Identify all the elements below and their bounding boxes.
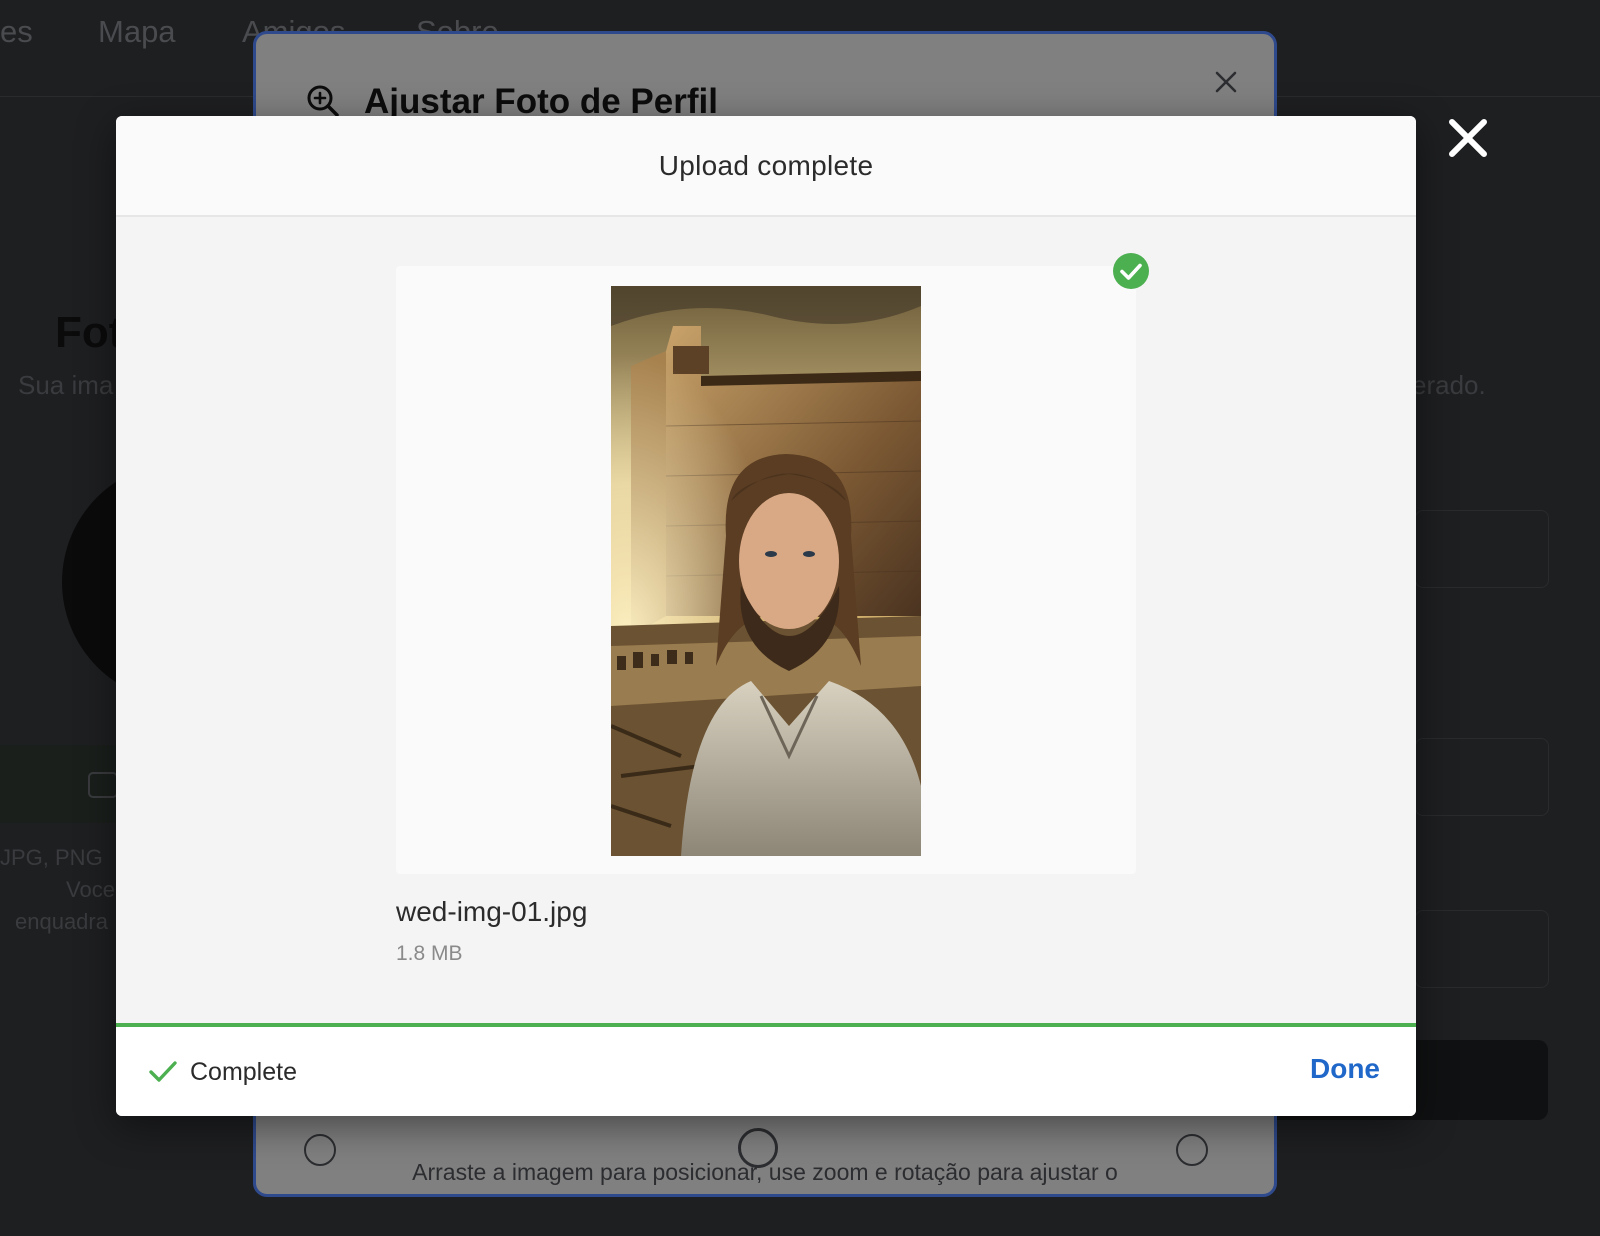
file-preview-card: [396, 266, 1136, 874]
form-field[interactable]: [1415, 510, 1549, 588]
page-subtitle-right: erado.: [1412, 370, 1486, 400]
hint-text: Voce: [66, 877, 115, 902]
file-name: wed-img-01.jpg: [396, 896, 588, 927]
zoom-in-icon: [307, 85, 339, 117]
close-icon[interactable]: [1446, 116, 1490, 160]
upload-modal-header: Upload complete: [116, 116, 1416, 217]
adjust-help-text: Arraste a imagem para posicionar, use zo…: [412, 1159, 1118, 1185]
upload-complete-modal: Upload complete wed-img-01.jpg 1.8 MB Co…: [116, 116, 1416, 1116]
close-icon[interactable]: [1212, 68, 1240, 96]
page-title: Fot: [55, 308, 124, 357]
hint-text: JPG, PNG: [0, 845, 103, 870]
upload-modal-footer: Complete Done: [116, 1023, 1416, 1116]
uploaded-image-preview: [611, 286, 921, 856]
checkmark-icon: [149, 1061, 177, 1082]
nav-item[interactable]: es: [0, 14, 33, 50]
camera-icon: [88, 772, 118, 798]
page-subtitle: Sua ima: [18, 370, 114, 400]
form-field[interactable]: [1415, 910, 1549, 988]
modal-title: Upload complete: [658, 149, 874, 181]
nav-item-mapa[interactable]: Mapa: [98, 14, 176, 50]
check-circle-icon: [1113, 253, 1149, 289]
file-size: 1.8 MB: [396, 942, 463, 965]
upload-status-text: Complete: [190, 1058, 297, 1086]
form-field[interactable]: [1415, 738, 1549, 816]
hint-text: enquadra: [15, 909, 108, 934]
done-button[interactable]: Done: [1310, 1053, 1380, 1085]
